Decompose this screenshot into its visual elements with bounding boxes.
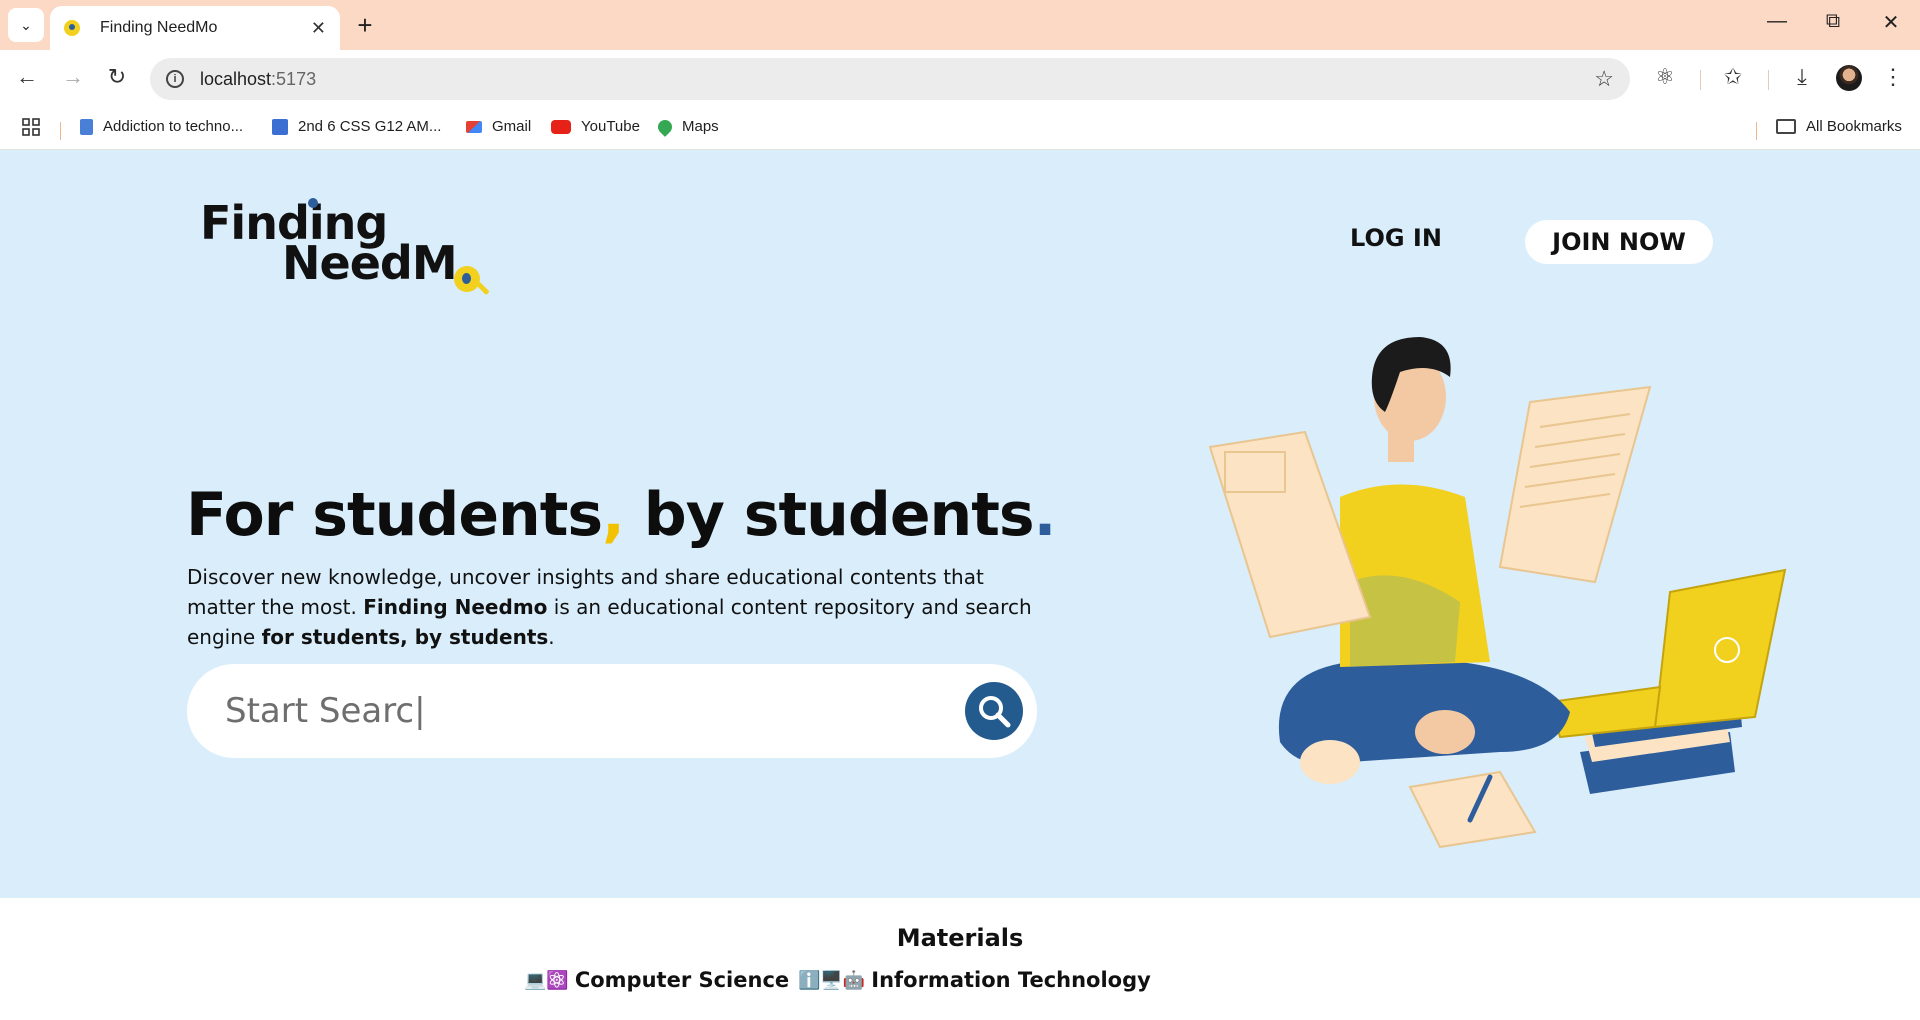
folder-icon (1776, 119, 1796, 134)
bookmarks-list-icon[interactable]: ✩ (1718, 64, 1748, 90)
toolbar-divider (1700, 70, 1701, 90)
browser-toolbar: ← → ↻ i localhost:5173 ☆ ⚛ ✩ ⤓ ⋮ (0, 50, 1920, 108)
category-computer-science[interactable]: 💻⚛️ Computer Science (524, 968, 789, 992)
bookmark-item[interactable]: Gmail (466, 118, 531, 135)
tab-search-button[interactable]: ⌄ (8, 8, 44, 42)
tab-title: Finding NeedMo (100, 19, 218, 36)
category-label: Information Technology (871, 968, 1151, 992)
student-illustration (1208, 337, 1787, 849)
window-close-icon[interactable]: ✕ (1876, 10, 1906, 35)
kebab-menu-icon[interactable]: ⋮ (1878, 64, 1908, 90)
download-icon[interactable]: ⤓ (1787, 64, 1817, 90)
maps-pin-icon (655, 116, 675, 137)
back-arrow-icon[interactable]: ← (12, 64, 42, 90)
new-tab-button[interactable]: + (352, 10, 378, 40)
all-bookmarks-label: All Bookmarks (1806, 118, 1902, 135)
favicon-icon (64, 20, 80, 36)
magnifier-logo-icon (454, 266, 480, 292)
classroom-icon (272, 118, 288, 135)
bookmark-star-icon[interactable]: ☆ (1594, 66, 1614, 92)
reload-icon[interactable]: ↻ (102, 64, 132, 90)
hero-description: Discover new knowledge, uncover insights… (187, 565, 1032, 649)
bookmark-label: 2nd 6 CSS G12 AM... (298, 118, 442, 135)
hero-section: Finding NeedM LOG IN JOIN NOW For studen… (0, 150, 1920, 898)
search-icon (979, 696, 1011, 728)
bookmark-item[interactable]: YouTube (551, 118, 640, 135)
category-information-technology[interactable]: ℹ️🖥️🤖 Information Technology (798, 968, 1151, 992)
youtube-icon (551, 119, 571, 134)
chevron-down-icon: ⌄ (20, 16, 32, 33)
site-info-icon[interactable]: i (166, 70, 184, 88)
profile-avatar[interactable] (1836, 65, 1862, 91)
restore-icon[interactable]: ⧉ (1818, 10, 1848, 33)
search-input[interactable] (225, 691, 965, 731)
gmail-icon (466, 120, 482, 133)
site-logo[interactable]: Finding NeedM (200, 196, 500, 296)
login-link[interactable]: LOG IN (1350, 224, 1442, 252)
logo-line2: NeedM (282, 236, 458, 290)
tab-strip: ⌄ Finding NeedMo ✕ + — ⧉ ✕ (0, 0, 1920, 50)
hero-headline: For students, by students. (186, 480, 1056, 550)
join-now-button[interactable]: JOIN NOW (1525, 220, 1713, 264)
url-text[interactable]: localhost:5173 (200, 69, 1594, 90)
bookmarks-divider (1756, 122, 1757, 140)
bookmarks-divider (60, 122, 61, 140)
bookmark-label: Gmail (492, 118, 532, 135)
bookmark-label: Addiction to techno... (103, 118, 244, 135)
apps-grid-icon[interactable] (22, 118, 40, 136)
document-icon (80, 118, 93, 135)
computer-science-icon: 💻⚛️ (524, 969, 569, 991)
bookmark-item[interactable]: 2nd 6 CSS G12 AM... (272, 118, 441, 135)
logo-dot (308, 198, 318, 208)
toolbar-divider (1768, 70, 1769, 90)
bookmark-item[interactable]: Maps (655, 116, 719, 137)
information-technology-icon: ℹ️🖥️🤖 (798, 969, 866, 991)
address-bar[interactable]: i localhost:5173 ☆ (150, 58, 1630, 100)
materials-heading: Materials (896, 924, 1024, 952)
category-label: Computer Science (574, 968, 790, 992)
minimize-icon[interactable]: — (1762, 10, 1792, 33)
bookmarks-bar: Addiction to techno... 2nd 6 CSS G12 AM.… (0, 108, 1920, 150)
browser-tab[interactable]: Finding NeedMo ✕ (50, 6, 340, 50)
extensions-icon[interactable]: ⚛ (1650, 64, 1680, 90)
bookmark-label: Maps (682, 118, 719, 135)
close-icon[interactable]: ✕ (311, 18, 326, 39)
bookmark-item[interactable]: Addiction to techno... (80, 118, 243, 135)
bookmark-label: YouTube (581, 118, 640, 135)
forward-arrow-icon[interactable]: → (58, 64, 88, 90)
search-bar (187, 664, 1037, 758)
search-button[interactable] (965, 682, 1023, 740)
all-bookmarks-button[interactable]: All Bookmarks (1776, 118, 1902, 135)
